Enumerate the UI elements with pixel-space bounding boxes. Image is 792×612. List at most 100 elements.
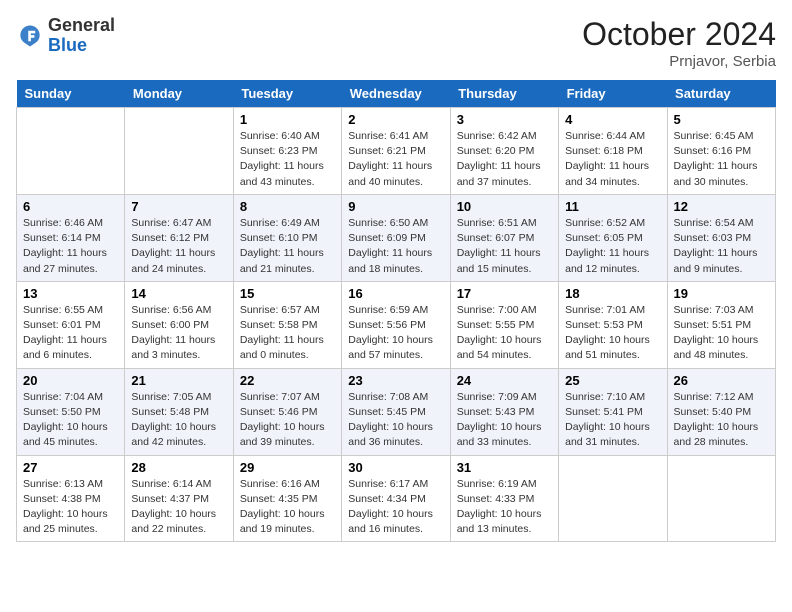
day-number: 15	[240, 286, 335, 301]
sunset-text: Sunset: 6:09 PM	[348, 232, 426, 244]
sunrise-text: Sunrise: 6:44 AM	[565, 130, 645, 142]
day-info: Sunrise: 6:16 AM Sunset: 4:35 PM Dayligh…	[240, 477, 335, 538]
calendar-cell: 12 Sunrise: 6:54 AM Sunset: 6:03 PM Dayl…	[667, 194, 775, 281]
calendar-week-row: 6 Sunrise: 6:46 AM Sunset: 6:14 PM Dayli…	[17, 194, 776, 281]
weekday-header-saturday: Saturday	[667, 80, 775, 108]
calendar-cell: 6 Sunrise: 6:46 AM Sunset: 6:14 PM Dayli…	[17, 194, 125, 281]
sunrise-text: Sunrise: 6:59 AM	[348, 304, 428, 316]
day-info: Sunrise: 6:13 AM Sunset: 4:38 PM Dayligh…	[23, 477, 118, 538]
logo: General Blue	[16, 16, 115, 56]
day-info: Sunrise: 6:52 AM Sunset: 6:05 PM Dayligh…	[565, 216, 660, 277]
day-info: Sunrise: 6:46 AM Sunset: 6:14 PM Dayligh…	[23, 216, 118, 277]
daylight-text: Daylight: 11 hours and 15 minutes.	[457, 247, 541, 274]
weekday-header-friday: Friday	[559, 80, 667, 108]
daylight-text: Daylight: 10 hours and 28 minutes.	[674, 421, 759, 448]
sunrise-text: Sunrise: 6:47 AM	[131, 217, 211, 229]
day-number: 29	[240, 460, 335, 475]
sunrise-text: Sunrise: 6:50 AM	[348, 217, 428, 229]
day-number: 25	[565, 373, 660, 388]
calendar-cell: 21 Sunrise: 7:05 AM Sunset: 5:48 PM Dayl…	[125, 368, 233, 455]
day-info: Sunrise: 6:51 AM Sunset: 6:07 PM Dayligh…	[457, 216, 552, 277]
sunset-text: Sunset: 5:46 PM	[240, 406, 318, 418]
day-info: Sunrise: 7:10 AM Sunset: 5:41 PM Dayligh…	[565, 390, 660, 451]
sunset-text: Sunset: 6:21 PM	[348, 145, 426, 157]
calendar-cell: 18 Sunrise: 7:01 AM Sunset: 5:53 PM Dayl…	[559, 281, 667, 368]
daylight-text: Daylight: 11 hours and 3 minutes.	[131, 334, 215, 361]
calendar-table: SundayMondayTuesdayWednesdayThursdayFrid…	[16, 80, 776, 542]
day-info: Sunrise: 6:19 AM Sunset: 4:33 PM Dayligh…	[457, 477, 552, 538]
sunset-text: Sunset: 5:41 PM	[565, 406, 643, 418]
sunrise-text: Sunrise: 6:17 AM	[348, 478, 428, 490]
day-number: 20	[23, 373, 118, 388]
day-number: 12	[674, 199, 769, 214]
calendar-cell: 22 Sunrise: 7:07 AM Sunset: 5:46 PM Dayl…	[233, 368, 341, 455]
daylight-text: Daylight: 10 hours and 36 minutes.	[348, 421, 433, 448]
sunrise-text: Sunrise: 6:46 AM	[23, 217, 103, 229]
day-info: Sunrise: 7:12 AM Sunset: 5:40 PM Dayligh…	[674, 390, 769, 451]
sunrise-text: Sunrise: 6:57 AM	[240, 304, 320, 316]
calendar-cell: 8 Sunrise: 6:49 AM Sunset: 6:10 PM Dayli…	[233, 194, 341, 281]
daylight-text: Daylight: 11 hours and 27 minutes.	[23, 247, 107, 274]
sunset-text: Sunset: 6:01 PM	[23, 319, 101, 331]
sunrise-text: Sunrise: 7:05 AM	[131, 391, 211, 403]
title-block: October 2024 Prnjavor, Serbia	[582, 16, 776, 70]
day-number: 6	[23, 199, 118, 214]
calendar-week-row: 27 Sunrise: 6:13 AM Sunset: 4:38 PM Dayl…	[17, 455, 776, 542]
daylight-text: Daylight: 10 hours and 42 minutes.	[131, 421, 216, 448]
day-number: 24	[457, 373, 552, 388]
daylight-text: Daylight: 10 hours and 57 minutes.	[348, 334, 433, 361]
day-number: 23	[348, 373, 443, 388]
daylight-text: Daylight: 10 hours and 25 minutes.	[23, 508, 108, 535]
sunrise-text: Sunrise: 6:41 AM	[348, 130, 428, 142]
daylight-text: Daylight: 10 hours and 19 minutes.	[240, 508, 325, 535]
day-info: Sunrise: 6:59 AM Sunset: 5:56 PM Dayligh…	[348, 303, 443, 364]
daylight-text: Daylight: 11 hours and 0 minutes.	[240, 334, 324, 361]
weekday-header-monday: Monday	[125, 80, 233, 108]
day-info: Sunrise: 6:55 AM Sunset: 6:01 PM Dayligh…	[23, 303, 118, 364]
daylight-text: Daylight: 11 hours and 18 minutes.	[348, 247, 432, 274]
day-info: Sunrise: 6:50 AM Sunset: 6:09 PM Dayligh…	[348, 216, 443, 277]
weekday-header-thursday: Thursday	[450, 80, 558, 108]
daylight-text: Daylight: 10 hours and 22 minutes.	[131, 508, 216, 535]
daylight-text: Daylight: 10 hours and 45 minutes.	[23, 421, 108, 448]
calendar-cell: 11 Sunrise: 6:52 AM Sunset: 6:05 PM Dayl…	[559, 194, 667, 281]
day-info: Sunrise: 6:44 AM Sunset: 6:18 PM Dayligh…	[565, 129, 660, 190]
calendar-cell: 29 Sunrise: 6:16 AM Sunset: 4:35 PM Dayl…	[233, 455, 341, 542]
logo-icon	[16, 22, 44, 50]
sunset-text: Sunset: 5:56 PM	[348, 319, 426, 331]
sunset-text: Sunset: 5:50 PM	[23, 406, 101, 418]
day-number: 2	[348, 112, 443, 127]
calendar-cell: 24 Sunrise: 7:09 AM Sunset: 5:43 PM Dayl…	[450, 368, 558, 455]
daylight-text: Daylight: 11 hours and 34 minutes.	[565, 160, 649, 187]
sunset-text: Sunset: 6:20 PM	[457, 145, 535, 157]
sunrise-text: Sunrise: 7:08 AM	[348, 391, 428, 403]
day-number: 27	[23, 460, 118, 475]
calendar-cell: 13 Sunrise: 6:55 AM Sunset: 6:01 PM Dayl…	[17, 281, 125, 368]
day-number: 3	[457, 112, 552, 127]
day-number: 10	[457, 199, 552, 214]
sunrise-text: Sunrise: 6:51 AM	[457, 217, 537, 229]
sunrise-text: Sunrise: 7:00 AM	[457, 304, 537, 316]
daylight-text: Daylight: 10 hours and 13 minutes.	[457, 508, 542, 535]
daylight-text: Daylight: 10 hours and 39 minutes.	[240, 421, 325, 448]
day-info: Sunrise: 6:47 AM Sunset: 6:12 PM Dayligh…	[131, 216, 226, 277]
calendar-cell: 26 Sunrise: 7:12 AM Sunset: 5:40 PM Dayl…	[667, 368, 775, 455]
day-number: 4	[565, 112, 660, 127]
day-info: Sunrise: 6:54 AM Sunset: 6:03 PM Dayligh…	[674, 216, 769, 277]
daylight-text: Daylight: 11 hours and 37 minutes.	[457, 160, 541, 187]
sunset-text: Sunset: 6:10 PM	[240, 232, 318, 244]
day-info: Sunrise: 7:08 AM Sunset: 5:45 PM Dayligh…	[348, 390, 443, 451]
calendar-cell: 5 Sunrise: 6:45 AM Sunset: 6:16 PM Dayli…	[667, 108, 775, 195]
day-info: Sunrise: 6:40 AM Sunset: 6:23 PM Dayligh…	[240, 129, 335, 190]
logo-general-text: General	[48, 15, 115, 35]
sunset-text: Sunset: 6:07 PM	[457, 232, 535, 244]
calendar-cell: 14 Sunrise: 6:56 AM Sunset: 6:00 PM Dayl…	[125, 281, 233, 368]
weekday-header-tuesday: Tuesday	[233, 80, 341, 108]
sunset-text: Sunset: 6:18 PM	[565, 145, 643, 157]
day-info: Sunrise: 6:14 AM Sunset: 4:37 PM Dayligh…	[131, 477, 226, 538]
sunrise-text: Sunrise: 6:49 AM	[240, 217, 320, 229]
calendar-cell	[667, 455, 775, 542]
day-number: 14	[131, 286, 226, 301]
sunset-text: Sunset: 4:38 PM	[23, 493, 101, 505]
day-number: 18	[565, 286, 660, 301]
